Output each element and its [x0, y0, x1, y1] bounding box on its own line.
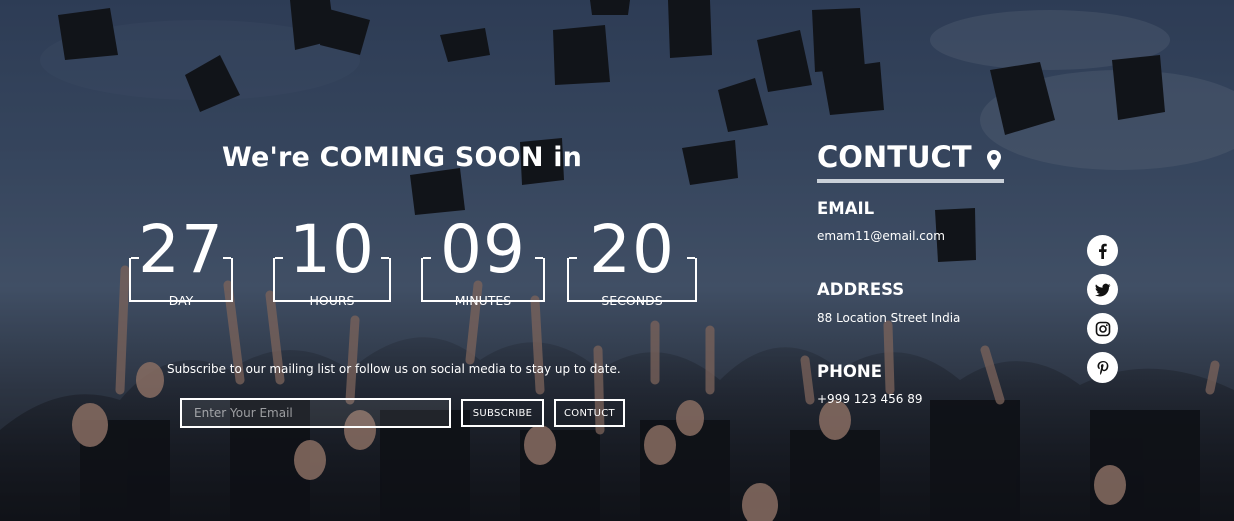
countdown-minutes-value: 09 — [440, 211, 526, 288]
address-label: ADDRESS — [817, 280, 905, 299]
countdown-hours-value: 10 — [289, 211, 375, 288]
phone-value: +999 123 456 89 — [817, 392, 923, 406]
contact-button[interactable]: CONTUCT — [554, 399, 625, 427]
pinterest-icon — [1097, 360, 1108, 375]
address-value: 88 Location Street India — [817, 311, 961, 325]
countdown-timer: 27 DAY 10 HOURS 09 MINUTES 20 SECONDS — [126, 210, 706, 310]
twitter-link[interactable] — [1087, 274, 1118, 305]
countdown-minutes: 09 MINUTES — [418, 210, 548, 308]
countdown-minutes-label: MINUTES — [451, 293, 515, 308]
countdown-days: 27 DAY — [126, 210, 236, 308]
map-pin-icon — [987, 150, 1001, 170]
instagram-link[interactable] — [1087, 313, 1118, 344]
email-value: emam11@email.com — [817, 229, 945, 243]
contact-title: CONTUCT — [817, 140, 972, 174]
countdown-hours: 10 HOURS — [270, 210, 394, 308]
subscribe-button[interactable]: SUBSCRIBE — [461, 399, 544, 427]
facebook-icon — [1098, 243, 1107, 259]
countdown-hours-label: HOURS — [305, 293, 358, 308]
phone-label: PHONE — [817, 362, 883, 381]
countdown-days-label: DAY — [165, 293, 198, 308]
pinterest-link[interactable] — [1087, 352, 1118, 383]
countdown-days-value: 27 — [138, 211, 224, 288]
instagram-icon — [1095, 321, 1110, 336]
contact-title-underline — [817, 179, 1004, 183]
countdown-seconds-value: 20 — [589, 211, 675, 288]
countdown-seconds: 20 SECONDS — [564, 210, 700, 308]
subscribe-description: Subscribe to our mailing list or follow … — [167, 362, 621, 376]
coming-soon-heading: We're COMING SOON in — [222, 142, 583, 173]
facebook-link[interactable] — [1087, 235, 1118, 266]
email-input[interactable] — [180, 398, 451, 428]
email-label: EMAIL — [817, 199, 875, 218]
twitter-icon — [1094, 283, 1110, 297]
countdown-seconds-label: SECONDS — [597, 293, 666, 308]
